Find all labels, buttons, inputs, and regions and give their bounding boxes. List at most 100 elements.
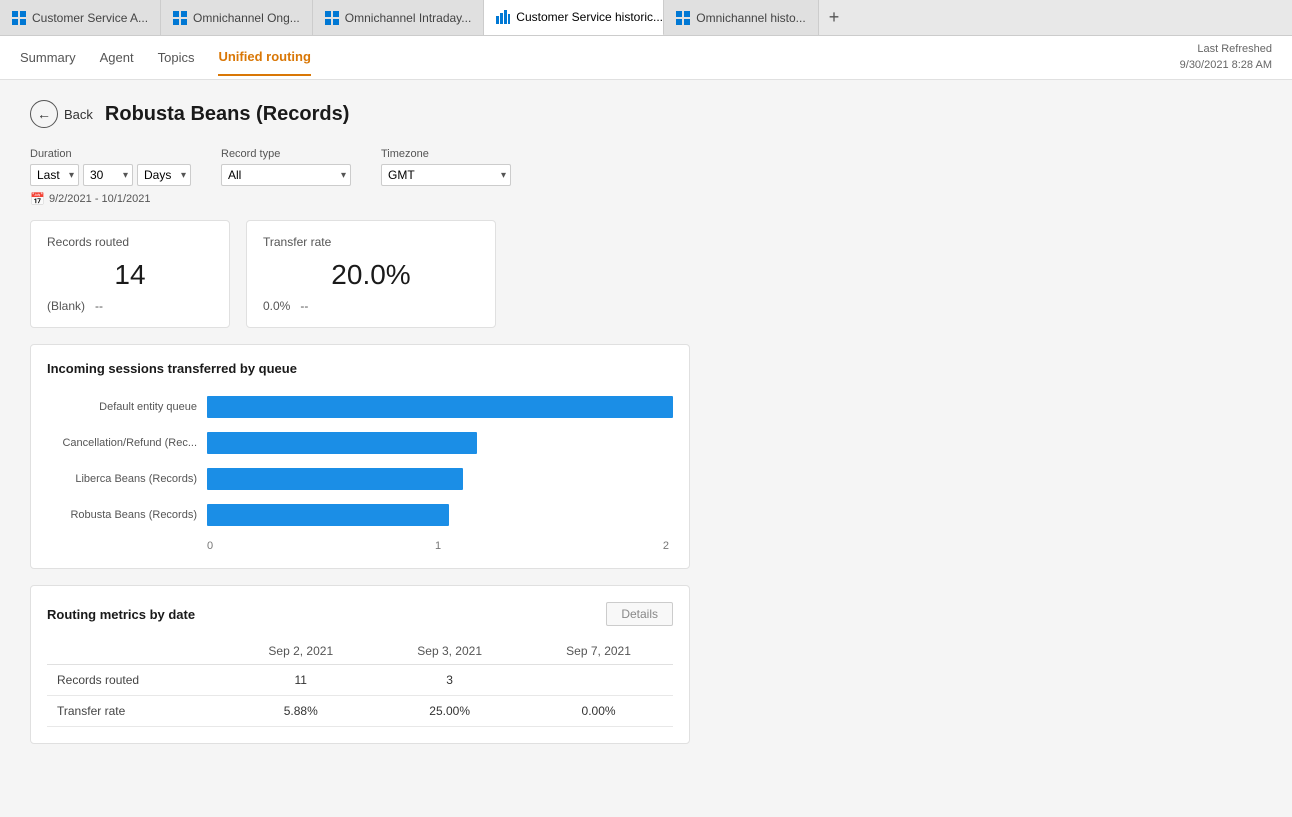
tab-label: Omnichannel Ong... [193,11,300,25]
table-row-transfer-rate: Transfer rate 5.88% 25.00% 0.00% [47,696,673,727]
bar-chart-title: Incoming sessions transferred by queue [47,361,673,376]
bar-container-1 [207,396,673,418]
duration-preset-wrapper: Last [30,164,79,186]
back-button[interactable]: ← Back [30,100,93,128]
metric-val-1-2 [524,665,673,696]
add-tab-button[interactable]: + [819,0,850,35]
grid-icon [173,11,187,25]
records-routed-title: Records routed [47,235,213,249]
last-refreshed-label: Last Refreshed [1180,42,1272,57]
tab-label: Omnichannel Intraday... [345,11,472,25]
axis-label-1: 1 [435,540,441,552]
metric-label-2: Transfer rate [47,696,226,727]
routing-metrics-table: Sep 2, 2021 Sep 3, 2021 Sep 7, 2021 Reco… [47,638,673,727]
records-routed-card: Records routed 14 (Blank) -- [30,220,230,328]
last-refreshed: Last Refreshed 9/30/2021 8:28 AM [1180,42,1272,73]
bar-container-3 [207,468,673,490]
axis-label-2: 2 [663,540,669,552]
tab-label: Customer Service A... [32,11,148,25]
page-title: Robusta Beans (Records) [105,103,350,126]
duration-preset-select[interactable]: Last [30,164,79,186]
duration-unit-wrapper: Days [137,164,191,186]
duration-value-select[interactable]: 30 [83,164,133,186]
table-header-row: Routing metrics by date Details [47,602,673,626]
tab-omnichannel-ong[interactable]: Omnichannel Ong... [161,0,313,35]
axis-label-0: 0 [207,540,213,552]
record-type-label: Record type [221,148,351,160]
table-row-records-routed: Records routed 11 3 [47,665,673,696]
col-header-0 [47,638,226,665]
duration-label: Duration [30,148,191,160]
tab-label: Omnichannel histo... [696,11,805,25]
date-range-text: 9/2/2021 - 10/1/2021 [49,193,151,205]
chart-icon [496,10,510,24]
date-range: 📅 9/2/2021 - 10/1/2021 [30,192,1262,206]
transfer-rate-sub-value: -- [300,299,308,313]
metric-val-2-0: 5.88% [226,696,375,727]
record-type-wrapper: All [221,164,351,186]
bar-2 [207,432,477,454]
metric-val-1-1: 3 [375,665,524,696]
back-circle-icon: ← [30,100,58,128]
cards-row: Records routed 14 (Blank) -- Transfer ra… [30,220,1262,328]
duration-filter: Duration Last 30 Days [30,148,191,186]
bar-container-4 [207,504,673,526]
nav-unified-routing[interactable]: Unified routing [218,39,310,76]
nav-topics[interactable]: Topics [158,40,195,75]
metric-val-1-0: 11 [226,665,375,696]
nav-summary[interactable]: Summary [20,40,76,75]
transfer-rate-sub-label: 0.0% [263,299,290,313]
bar-chart: Default entity queue Cancellation/Refund… [47,396,673,552]
timezone-filter: Timezone GMT [381,148,511,186]
record-type-filter: Record type All [221,148,351,186]
timezone-wrapper: GMT [381,164,511,186]
timezone-label: Timezone [381,148,511,160]
metric-label-1: Records routed [47,665,226,696]
records-routed-sub: (Blank) -- [47,299,213,313]
duration-controls: Last 30 Days [30,164,191,186]
bar-row-2: Cancellation/Refund (Rec... [47,432,673,454]
tab-label: Customer Service historic... [516,10,663,24]
record-type-select[interactable]: All [221,164,351,186]
bar-label-1: Default entity queue [47,401,197,413]
bar-chart-section: Incoming sessions transferred by queue D… [30,344,690,569]
records-routed-sub-label: (Blank) [47,299,85,313]
tab-customer-service-historic[interactable]: Customer Service historic... ✕ [484,0,664,36]
last-refreshed-value: 9/30/2021 8:28 AM [1180,58,1272,73]
nav-links: Summary Agent Topics Unified routing [20,39,311,76]
bar-label-4: Robusta Beans (Records) [47,509,197,521]
chart-axis: 0 1 2 [207,540,673,552]
grid-icon [325,11,339,25]
tab-omnichannel-histo[interactable]: Omnichannel histo... [664,0,818,35]
bar-row-3: Liberca Beans (Records) [47,468,673,490]
transfer-rate-value: 20.0% [263,259,479,291]
filters-row: Duration Last 30 Days [30,148,1262,186]
transfer-rate-sub: 0.0% -- [263,299,479,313]
records-routed-value: 14 [47,259,213,291]
transfer-rate-title: Transfer rate [263,235,479,249]
col-header-2: Sep 3, 2021 [375,638,524,665]
duration-value-wrapper: 30 [83,164,133,186]
tab-bar: Customer Service A... Omnichannel Ong...… [0,0,1292,36]
details-button[interactable]: Details [606,602,673,626]
nav-bar: Summary Agent Topics Unified routing Las… [0,36,1292,80]
metric-val-2-2: 0.00% [524,696,673,727]
back-row: ← Back Robusta Beans (Records) [30,100,1262,128]
timezone-select[interactable]: GMT [381,164,511,186]
bar-label-3: Liberca Beans (Records) [47,473,197,485]
routing-table-section: Routing metrics by date Details Sep 2, 2… [30,585,690,744]
records-routed-sub-value: -- [95,299,103,313]
bar-row-1: Default entity queue [47,396,673,418]
bar-1 [207,396,673,418]
metric-val-2-1: 25.00% [375,696,524,727]
tab-omnichannel-intraday[interactable]: Omnichannel Intraday... [313,0,485,35]
nav-agent[interactable]: Agent [100,40,134,75]
routing-table-title: Routing metrics by date [47,607,195,622]
bar-4 [207,504,449,526]
grid-icon [12,11,26,25]
duration-unit-select[interactable]: Days [137,164,191,186]
back-label: Back [64,107,93,122]
grid-icon [676,11,690,25]
table-header-row-cols: Sep 2, 2021 Sep 3, 2021 Sep 7, 2021 [47,638,673,665]
tab-customer-service-a[interactable]: Customer Service A... [0,0,161,35]
